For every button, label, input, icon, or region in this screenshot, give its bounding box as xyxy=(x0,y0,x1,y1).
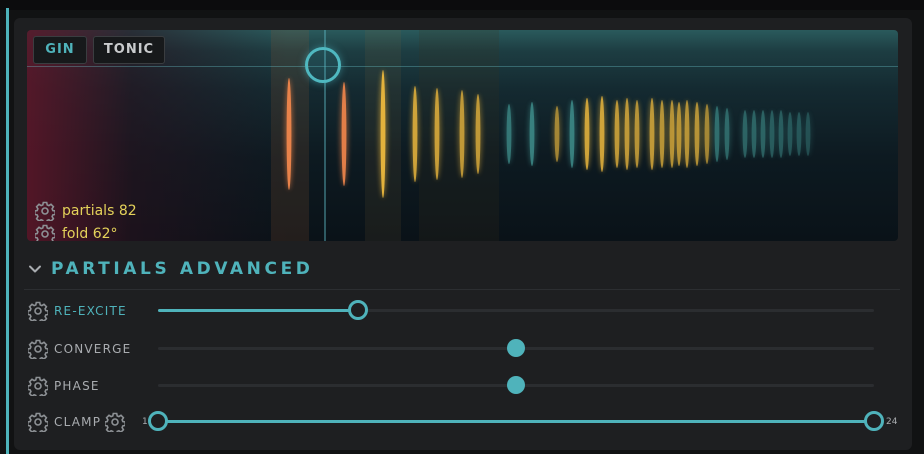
accent-bar xyxy=(6,8,9,454)
partial-bar xyxy=(341,82,347,186)
tab-gin[interactable]: GIN xyxy=(33,36,87,64)
gear-icon[interactable] xyxy=(28,412,48,432)
partial-bar xyxy=(634,100,640,168)
partial-bar xyxy=(724,108,730,160)
partials-visualizer[interactable]: GIN TONIC partials 82 fold 62° xyxy=(27,30,898,241)
partial-bar xyxy=(569,100,575,168)
partial-bar xyxy=(778,110,784,158)
param-row-phase: PHASE xyxy=(28,372,908,400)
crosshair-cursor[interactable] xyxy=(305,47,341,83)
param-label-re-excite: RE-EXCITE xyxy=(54,304,127,318)
partial-bar xyxy=(805,112,811,156)
partial-bar xyxy=(769,110,775,158)
param-row-converge: CONVERGE xyxy=(28,335,908,363)
partial-bar xyxy=(554,106,560,162)
param-row-clamp: CLAMP 1 24 xyxy=(28,408,908,436)
partial-bar xyxy=(529,102,535,166)
chevron-down-icon[interactable] xyxy=(28,262,42,276)
param-row-re-excite: RE-EXCITE xyxy=(28,297,908,325)
partial-bar xyxy=(669,100,675,168)
partial-bar xyxy=(742,110,748,158)
range-handle-low[interactable] xyxy=(148,411,168,431)
gear-icon[interactable] xyxy=(28,376,48,396)
partial-bar xyxy=(459,90,465,178)
range-max-label: 24 xyxy=(886,417,898,427)
partial-bar xyxy=(751,110,757,158)
slider-handle[interactable] xyxy=(507,339,525,357)
param-label-converge: CONVERGE xyxy=(54,342,132,356)
top-strip xyxy=(0,0,924,10)
gear-icon[interactable] xyxy=(28,339,48,359)
partial-bar xyxy=(649,98,655,170)
partial-bar xyxy=(659,100,665,168)
param-label-clamp: CLAMP xyxy=(54,415,102,429)
gear-icon[interactable] xyxy=(35,201,55,221)
partial-bar xyxy=(614,100,620,168)
stat-fold-text: fold 62° xyxy=(62,226,118,241)
partial-bar xyxy=(475,94,481,174)
slider-handle[interactable] xyxy=(507,376,525,394)
stat-partials-text: partials 82 xyxy=(62,203,137,219)
range-handle-high[interactable] xyxy=(864,411,884,431)
slider-handle[interactable] xyxy=(348,300,369,320)
gear-icon[interactable] xyxy=(105,412,125,432)
param-label-phase: PHASE xyxy=(54,379,100,393)
partial-bar xyxy=(704,104,710,164)
tab-tonic[interactable]: TONIC xyxy=(93,36,165,64)
partial-bar xyxy=(286,78,292,190)
range-fill xyxy=(158,420,874,423)
partial-bar xyxy=(676,102,682,166)
partial-bar xyxy=(599,96,605,172)
partial-bar xyxy=(380,70,386,198)
gear-icon[interactable] xyxy=(28,301,48,321)
section-header[interactable]: PARTIALS ADVANCED xyxy=(28,256,314,282)
partial-bar xyxy=(796,112,802,156)
divider xyxy=(24,289,900,290)
slider-fill xyxy=(158,309,359,312)
partial-bar xyxy=(624,98,630,170)
stat-fold: fold 62° xyxy=(35,224,118,241)
range-min-label: 1 xyxy=(142,417,148,427)
partial-bar xyxy=(506,104,512,164)
partial-bar xyxy=(787,112,793,156)
section-title: PARTIALS ADVANCED xyxy=(51,259,314,279)
partial-bar xyxy=(760,110,766,158)
partial-bar xyxy=(412,86,418,182)
partial-bar xyxy=(434,88,440,180)
partial-bar xyxy=(684,100,690,168)
partial-bar xyxy=(714,106,720,162)
gear-icon[interactable] xyxy=(35,224,55,241)
stat-partials: partials 82 xyxy=(35,201,137,221)
partial-bar xyxy=(694,102,700,166)
partial-bar xyxy=(584,98,590,170)
